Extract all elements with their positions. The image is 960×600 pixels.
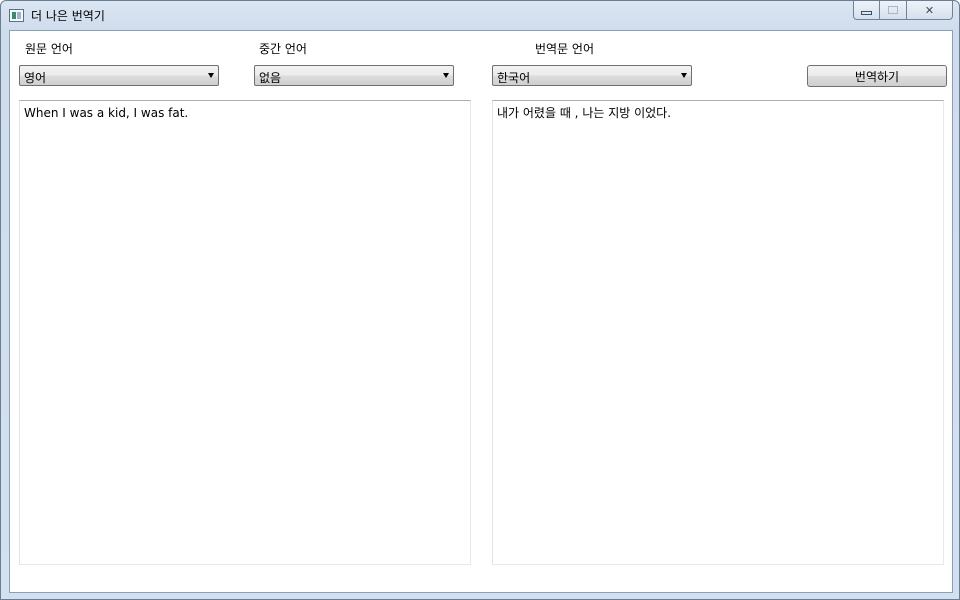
source-language-value: 영어 [24, 71, 47, 85]
maximize-icon [888, 6, 898, 14]
pivot-language-select[interactable]: 없음 [254, 65, 454, 86]
target-language-value: 한국어 [497, 71, 531, 85]
dropdown-arrow-icon [443, 73, 449, 78]
minimize-button[interactable] [853, 1, 880, 20]
maximize-button[interactable] [880, 1, 907, 20]
minimize-icon [861, 10, 872, 15]
translated-text: 내가 어렸을 때 , 나는 지방 이었다. [497, 106, 672, 120]
close-icon: ✕ [924, 3, 935, 17]
app-window: 더 나은 번역기 ✕ 원문 언어 중간 언어 번역문 언어 영어 없음 한국어 [0, 0, 960, 600]
translate-button[interactable]: 번역하기 [807, 65, 947, 87]
pivot-language-label: 중간 언어 [259, 42, 307, 56]
dropdown-arrow-icon [681, 73, 687, 78]
window-controls: ✕ [853, 1, 953, 21]
source-language-label: 원문 언어 [25, 42, 73, 56]
main-panel: 원문 언어 중간 언어 번역문 언어 영어 없음 한국어 번역하기 When I… [9, 30, 953, 593]
pivot-language-value: 없음 [259, 71, 282, 85]
source-text: When I was a kid, I was fat. [24, 106, 189, 120]
source-text-area[interactable]: When I was a kid, I was fat. [19, 100, 471, 565]
dropdown-arrow-icon [208, 73, 214, 78]
translated-text-area[interactable]: 내가 어렸을 때 , 나는 지방 이었다. [492, 100, 944, 565]
window-title: 더 나은 번역기 [31, 9, 105, 23]
close-button[interactable]: ✕ [907, 1, 953, 20]
target-language-select[interactable]: 한국어 [492, 65, 692, 86]
app-icon [9, 9, 24, 22]
target-language-label: 번역문 언어 [535, 42, 595, 56]
title-bar[interactable]: 더 나은 번역기 ✕ [1, 1, 959, 29]
source-language-select[interactable]: 영어 [19, 65, 219, 86]
